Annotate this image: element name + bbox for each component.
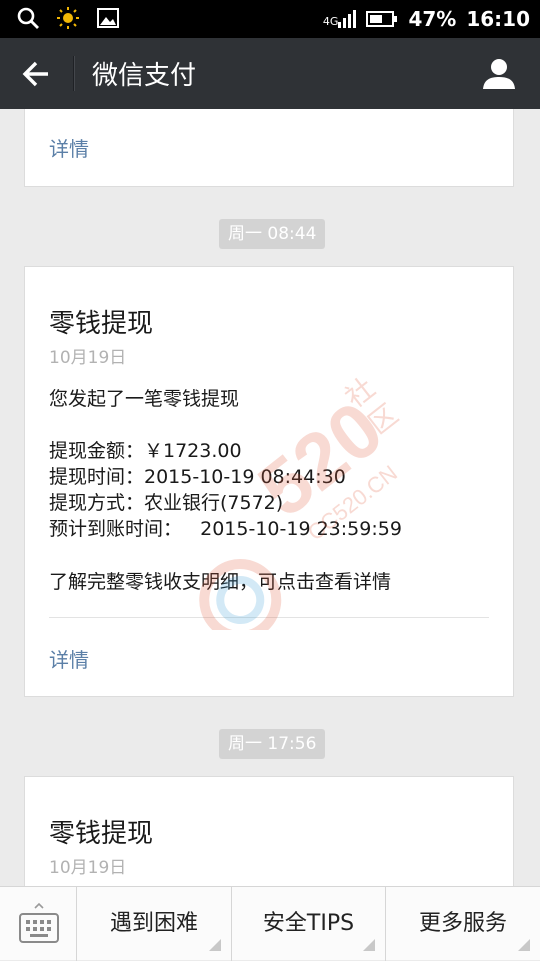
message-card-previous: 详情 [24,109,514,187]
withdraw-method: 提现方式：农业银行(7572) [49,492,284,514]
search-icon [17,7,39,29]
bottom-menu-bar: 遇到困难 安全TIPS 更多服务 [0,886,540,961]
submenu-indicator-icon [363,939,375,951]
detail-link[interactable]: 详情 [49,644,89,673]
withdraw-time: 提现时间：2015-10-19 08:44:30 [49,466,346,488]
card-divider [49,617,489,618]
withdraw-amount: 提现金额：￥1723.00 [49,440,242,462]
timestamp-pill: 周一 08:44 [219,219,326,249]
timestamp-pill: 周一 17:56 [219,729,326,759]
menu-tips-button[interactable]: 安全TIPS [232,887,386,961]
detail-link[interactable]: 详情 [49,133,89,162]
keyboard-toggle-button[interactable] [0,887,77,961]
menu-tips-label: 安全TIPS [262,911,355,936]
card-date: 10月19日 [49,858,127,878]
arrival-time: 预计到账时间： 2015-10-19 23:59:59 [49,518,402,540]
card-title: 零钱提现 [49,309,154,339]
card-date: 10月19日 [49,348,127,368]
menu-help-button[interactable]: 遇到困难 [77,887,232,961]
battery-icon [366,11,398,27]
page-title: 微信支付 [92,61,197,91]
battery-percent: 47% [408,7,457,31]
message-card-withdrawal[interactable]: 零钱提现 10月19日 您发起了一笔零钱提现 提现金额：￥1723.00 提现时… [24,266,514,697]
clock: 16:10 [466,7,530,31]
sun-icon [57,7,79,29]
back-arrow-icon[interactable] [18,56,54,92]
card-title: 零钱提现 [49,819,154,849]
image-icon [97,8,119,28]
header-bar: 微信支付 [0,38,540,109]
card-intro: 您发起了一笔零钱提现 [49,388,240,410]
menu-help-label: 遇到困难 [109,911,198,936]
menu-more-label: 更多服务 [418,911,507,936]
keyboard-icon [19,902,59,943]
header-divider [73,56,75,91]
submenu-indicator-icon [209,939,221,951]
card-note: 了解完整零钱收支明细，可点击查看详情 [49,571,392,593]
signal-icon [338,10,357,28]
submenu-indicator-icon [518,939,530,951]
menu-more-button[interactable]: 更多服务 [386,887,540,961]
status-bar: 4G 47% 16:10 [0,0,540,38]
person-icon[interactable] [480,55,518,93]
network-type: 4G [322,14,339,28]
